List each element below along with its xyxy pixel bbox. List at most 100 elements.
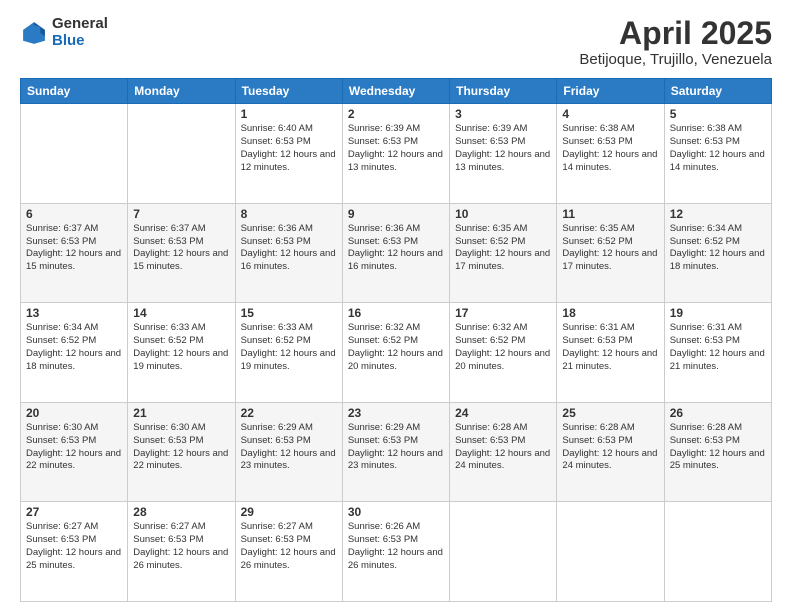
day-info: Sunrise: 6:32 AM Sunset: 6:52 PM Dayligh…	[348, 322, 444, 373]
table-row: 22 Sunrise: 6:29 AM Sunset: 6:53 PM Dayli…	[235, 402, 342, 502]
logo-general-text: General	[52, 16, 108, 33]
day-number: 27	[26, 505, 122, 519]
table-row: 17Sunrise: 6:32 AM Sunset: 6:52 PM Dayli…	[450, 303, 557, 403]
table-row: 26 Sunrise: 6:28 AM Sunset: 6:53 PM Dayli…	[664, 402, 771, 502]
col-thursday: Thursday	[450, 79, 557, 104]
table-row: 18 Sunrise: 6:31 AM Sunset: 6:53 PM Dayli…	[557, 303, 664, 403]
day-number: 24	[455, 406, 551, 420]
table-row: 15 Sunrise: 6:33 AM Sunset: 6:52 PM Dayli…	[235, 303, 342, 403]
day-number: 25	[562, 406, 658, 420]
table-row	[128, 104, 235, 204]
day-info: Sunrise: 6:34 AM Sunset: 6:52 PM Dayligh…	[26, 322, 122, 373]
table-row: 28 Sunrise: 6:27 AM Sunset: 6:53 PM Dayli…	[128, 502, 235, 602]
table-row: 29 Sunrise: 6:27 AM Sunset: 6:53 PM Dayli…	[235, 502, 342, 602]
col-tuesday: Tuesday	[235, 79, 342, 104]
table-row: 9Sunrise: 6:36 AM Sunset: 6:53 PM Daylig…	[342, 203, 449, 303]
day-info: Sunrise: 6:36 AM Sunset: 6:53 PM Dayligh…	[241, 223, 337, 274]
logo-blue-text: Blue	[52, 33, 108, 50]
day-number: 6	[26, 207, 122, 221]
table-row: 5 Sunrise: 6:38 AM Sunset: 6:53 PM Daylig…	[664, 104, 771, 204]
day-info: Sunrise: 6:31 AM Sunset: 6:53 PM Dayligh…	[562, 322, 658, 373]
header: General Blue April 2025 Betijoque, Truji…	[20, 16, 772, 68]
logo-icon	[20, 19, 48, 47]
day-number: 3	[455, 107, 551, 121]
day-info: Sunrise: 6:26 AM Sunset: 6:53 PM Dayligh…	[348, 521, 444, 572]
col-wednesday: Wednesday	[342, 79, 449, 104]
day-info: Sunrise: 6:33 AM Sunset: 6:52 PM Dayligh…	[241, 322, 337, 373]
day-info: Sunrise: 6:39 AM Sunset: 6:53 PM Dayligh…	[455, 123, 551, 174]
day-number: 22	[241, 406, 337, 420]
col-friday: Friday	[557, 79, 664, 104]
table-row: 16 Sunrise: 6:32 AM Sunset: 6:52 PM Dayli…	[342, 303, 449, 403]
table-row: 19Sunrise: 6:31 AM Sunset: 6:53 PM Dayli…	[664, 303, 771, 403]
day-info: Sunrise: 6:38 AM Sunset: 6:53 PM Dayligh…	[562, 123, 658, 174]
day-number: 18	[562, 306, 658, 320]
day-number: 8	[241, 207, 337, 221]
day-number: 1	[241, 107, 337, 121]
day-info: Sunrise: 6:37 AM Sunset: 6:53 PM Dayligh…	[133, 223, 229, 274]
day-number: 13	[26, 306, 122, 320]
day-number: 16	[348, 306, 444, 320]
table-row: 11 Sunrise: 6:35 AM Sunset: 6:52 PM Dayli…	[557, 203, 664, 303]
day-info: Sunrise: 6:28 AM Sunset: 6:53 PM Dayligh…	[455, 422, 551, 473]
table-row: 7 Sunrise: 6:37 AM Sunset: 6:53 PM Daylig…	[128, 203, 235, 303]
day-number: 11	[562, 207, 658, 221]
day-info: Sunrise: 6:35 AM Sunset: 6:52 PM Dayligh…	[455, 223, 551, 274]
day-info: Sunrise: 6:34 AM Sunset: 6:52 PM Dayligh…	[670, 223, 766, 274]
col-saturday: Saturday	[664, 79, 771, 104]
week-row-4: 20Sunrise: 6:30 AM Sunset: 6:53 PM Dayli…	[21, 402, 772, 502]
week-row-3: 13 Sunrise: 6:34 AM Sunset: 6:52 PM Dayli…	[21, 303, 772, 403]
day-info: Sunrise: 6:27 AM Sunset: 6:53 PM Dayligh…	[133, 521, 229, 572]
table-row: 21 Sunrise: 6:30 AM Sunset: 6:53 PM Dayli…	[128, 402, 235, 502]
day-number: 21	[133, 406, 229, 420]
table-row: 24 Sunrise: 6:28 AM Sunset: 6:53 PM Dayli…	[450, 402, 557, 502]
day-info: Sunrise: 6:33 AM Sunset: 6:52 PM Dayligh…	[133, 322, 229, 373]
day-info: Sunrise: 6:30 AM Sunset: 6:53 PM Dayligh…	[133, 422, 229, 473]
day-number: 5	[670, 107, 766, 121]
subtitle: Betijoque, Trujillo, Venezuela	[579, 51, 772, 68]
day-info: Sunrise: 6:28 AM Sunset: 6:53 PM Dayligh…	[670, 422, 766, 473]
table-row	[664, 502, 771, 602]
main-title: April 2025	[579, 16, 772, 51]
day-number: 15	[241, 306, 337, 320]
day-info: Sunrise: 6:32 AM Sunset: 6:52 PM Dayligh…	[455, 322, 551, 373]
day-number: 9	[348, 207, 444, 221]
col-sunday: Sunday	[21, 79, 128, 104]
day-number: 14	[133, 306, 229, 320]
table-row: 27Sunrise: 6:27 AM Sunset: 6:53 PM Dayli…	[21, 502, 128, 602]
table-row: 3 Sunrise: 6:39 AM Sunset: 6:53 PM Daylig…	[450, 104, 557, 204]
table-row: 20Sunrise: 6:30 AM Sunset: 6:53 PM Dayli…	[21, 402, 128, 502]
table-row	[21, 104, 128, 204]
day-info: Sunrise: 6:27 AM Sunset: 6:53 PM Dayligh…	[241, 521, 337, 572]
table-row: 12Sunrise: 6:34 AM Sunset: 6:52 PM Dayli…	[664, 203, 771, 303]
week-row-5: 27 Sunrise: 6:27 AM Sunset: 6:53 PM Dayli…	[21, 502, 772, 602]
table-row: 10 Sunrise: 6:35 AM Sunset: 6:52 PM Dayli…	[450, 203, 557, 303]
day-number: 7	[133, 207, 229, 221]
day-info: Sunrise: 6:35 AM Sunset: 6:52 PM Dayligh…	[562, 223, 658, 274]
day-number: 29	[241, 505, 337, 519]
day-info: Sunrise: 6:31 AM Sunset: 6:53 PM Dayligh…	[670, 322, 766, 373]
day-number: 28	[133, 505, 229, 519]
table-row: 2Sunrise: 6:39 AM Sunset: 6:53 PM Daylig…	[342, 104, 449, 204]
day-info: Sunrise: 6:28 AM Sunset: 6:53 PM Dayligh…	[562, 422, 658, 473]
logo: General Blue	[20, 16, 108, 49]
page: General Blue April 2025 Betijoque, Truji…	[0, 0, 792, 612]
day-info: Sunrise: 6:38 AM Sunset: 6:53 PM Dayligh…	[670, 123, 766, 174]
day-number: 4	[562, 107, 658, 121]
day-info: Sunrise: 6:30 AM Sunset: 6:53 PM Dayligh…	[26, 422, 122, 473]
day-number: 10	[455, 207, 551, 221]
title-block: April 2025 Betijoque, Trujillo, Venezuel…	[579, 16, 772, 68]
day-number: 26	[670, 406, 766, 420]
logo-text: General Blue	[52, 16, 108, 49]
table-row: 4 Sunrise: 6:38 AM Sunset: 6:53 PM Daylig…	[557, 104, 664, 204]
day-info: Sunrise: 6:37 AM Sunset: 6:53 PM Dayligh…	[26, 223, 122, 274]
day-info: Sunrise: 6:29 AM Sunset: 6:53 PM Dayligh…	[241, 422, 337, 473]
day-number: 30	[348, 505, 444, 519]
week-row-2: 6 Sunrise: 6:37 AM Sunset: 6:53 PM Daylig…	[21, 203, 772, 303]
day-number: 23	[348, 406, 444, 420]
day-info: Sunrise: 6:39 AM Sunset: 6:53 PM Dayligh…	[348, 123, 444, 174]
table-row: 23Sunrise: 6:29 AM Sunset: 6:53 PM Dayli…	[342, 402, 449, 502]
calendar-table: Sunday Monday Tuesday Wednesday Thursday…	[20, 78, 772, 602]
calendar-header-row: Sunday Monday Tuesday Wednesday Thursday…	[21, 79, 772, 104]
table-row: 8 Sunrise: 6:36 AM Sunset: 6:53 PM Daylig…	[235, 203, 342, 303]
